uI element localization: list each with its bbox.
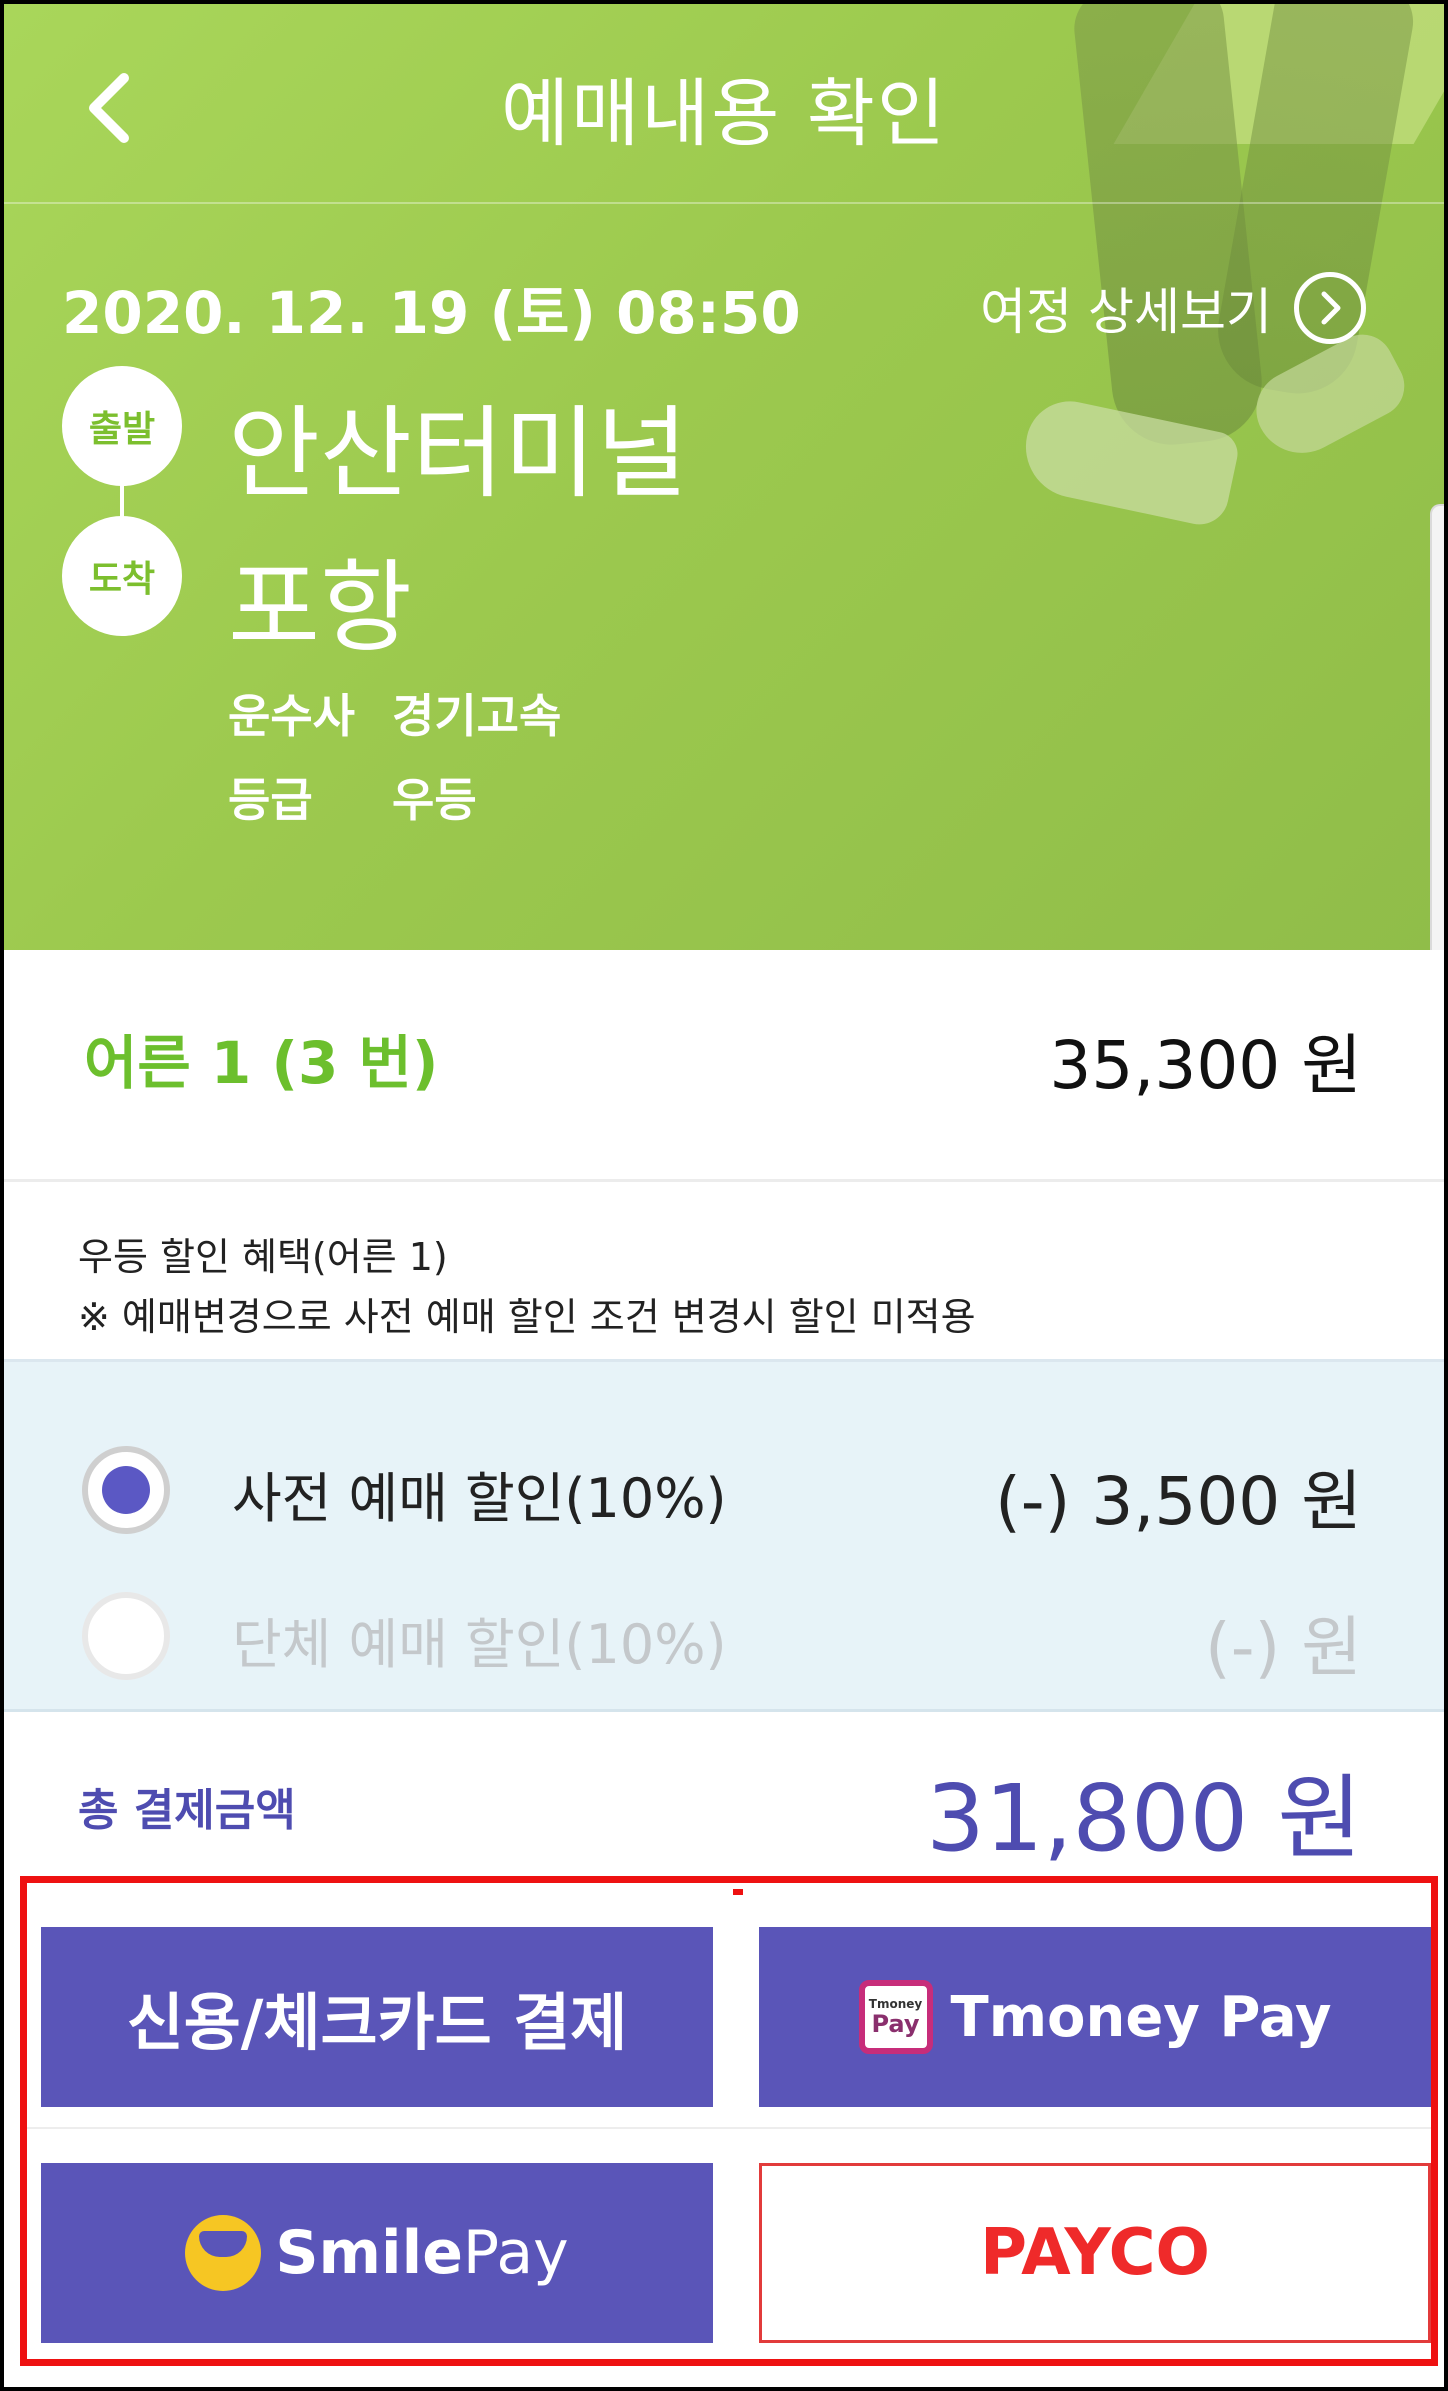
operator-label: 운수사 <box>228 689 355 743</box>
payment-methods: 신용/체크카드 결제 Tmoney Pay Tmoney Pay SmilePa… <box>20 1876 1438 2366</box>
tmoney-pay-logo-icon: Tmoney Pay <box>858 1980 933 2054</box>
smile-pay-label: SmilePay <box>275 2218 568 2288</box>
grade-label: 등급 <box>228 773 313 827</box>
arrival-badge: 도착 <box>62 516 182 636</box>
scrollbar[interactable] <box>1430 504 1444 984</box>
notice-line: 우등 할인 혜택(어른 1) <box>78 1235 448 1279</box>
app-frame: 예매내용 확인 2020. 12. 19 (토) 08:50 여정 상세보기 출… <box>4 4 1444 2387</box>
payco-button[interactable]: PAYCO <box>759 2163 1431 2343</box>
grade-value: 우등 <box>392 773 477 827</box>
tmoney-pay-label: Tmoney Pay <box>950 1984 1332 2050</box>
discount-amount: (-) 원 <box>1204 1609 1362 1686</box>
indicator-dot <box>733 1889 743 1895</box>
total-label: 총 결제금액 <box>78 1785 296 1836</box>
passenger-seat-label: 어른 1 (3 번) <box>84 1029 439 1097</box>
trip-hero: 예매내용 확인 2020. 12. 19 (토) 08:50 여정 상세보기 출… <box>4 4 1444 950</box>
smile-pay-label-a: Smile <box>275 2218 463 2288</box>
trip-detail-link[interactable]: 여정 상세보기 <box>980 272 1366 344</box>
departure-terminal: 안산터미널 <box>228 395 688 512</box>
arrival-terminal: 포항 <box>228 549 412 666</box>
tmoney-logo-top: Tmoney <box>868 1997 923 2011</box>
total-price: 31,800 원 <box>926 1765 1362 1872</box>
smile-pay-label-b: Pay <box>462 2218 569 2288</box>
trip-detail-label: 여정 상세보기 <box>980 283 1272 341</box>
tmoney-logo-bottom: Pay <box>871 2010 920 2038</box>
smile-pay-button[interactable]: SmilePay <box>41 2163 713 2343</box>
operator-row: 운수사 경기고속 <box>228 680 561 746</box>
discount-label: 단체 예매 할인(10%) <box>232 1613 727 1676</box>
page-title: 예매내용 확인 <box>500 71 947 157</box>
fare-row: 어른 1 (3 번) 35,300 원 <box>4 950 1444 1182</box>
operator-value: 경기고속 <box>392 689 562 743</box>
discount-option-advance[interactable]: 사전 예매 할인(10%) (-) 3,500 원 <box>4 1428 1444 1548</box>
smile-face-icon <box>185 2215 262 2291</box>
discount-option-group: 단체 예매 할인(10%) (-) 원 <box>4 1574 1444 1694</box>
total-payment: 총 결제금액 31,800 원 <box>4 1712 1444 1882</box>
chevron-right-circle-icon <box>1294 272 1366 344</box>
grade-row: 등급 우등 <box>228 764 477 830</box>
discount-label: 사전 예매 할인(10%) <box>232 1467 727 1530</box>
divider <box>27 2127 1431 2129</box>
radio-selected[interactable] <box>82 1446 170 1534</box>
fare-price: 35,300 원 <box>1049 1027 1362 1104</box>
departure-badge: 출발 <box>62 366 182 486</box>
tmoney-pay-button[interactable]: Tmoney Pay Tmoney Pay <box>759 1927 1431 2107</box>
app-header: 예매내용 확인 <box>4 4 1444 204</box>
discount-amount: (-) 3,500 원 <box>995 1463 1362 1540</box>
discount-options: 사전 예매 할인(10%) (-) 3,500 원 단체 예매 할인(10%) … <box>4 1362 1444 1712</box>
departure-datetime: 2020. 12. 19 (토) 08:50 <box>62 279 801 347</box>
radio-disabled <box>82 1592 170 1680</box>
discount-notice: 우등 할인 혜택(어른 1) ※ 예매변경으로 사전 예매 할인 조건 변경시 … <box>4 1182 1444 1362</box>
notice-line: ※ 예매변경으로 사전 예매 할인 조건 변경시 할인 미적용 <box>78 1295 976 1339</box>
card-payment-button[interactable]: 신용/체크카드 결제 <box>41 1927 713 2107</box>
